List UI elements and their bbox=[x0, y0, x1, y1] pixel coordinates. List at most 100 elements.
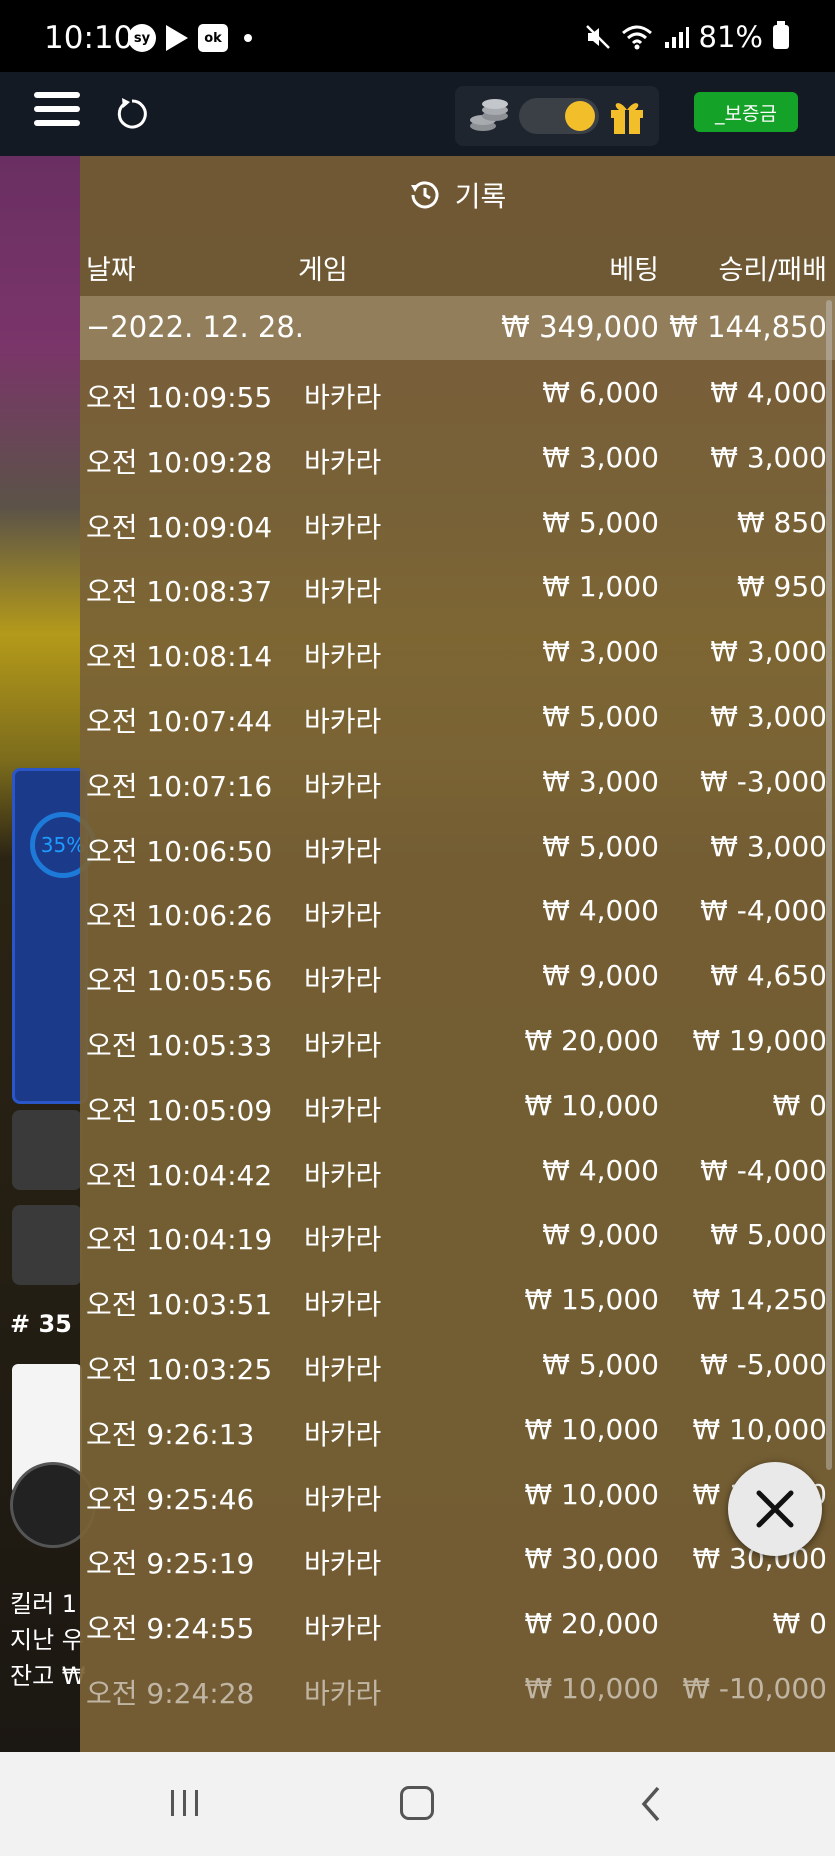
row-time: 오전 10:04:19 bbox=[86, 1223, 273, 1257]
bet-area-button-2[interactable] bbox=[12, 1205, 82, 1285]
row-game: 바카라 bbox=[304, 1547, 382, 1581]
toolbar-group bbox=[455, 86, 659, 146]
column-win-loss: 승리/패배 bbox=[718, 255, 827, 286]
mode-toggle[interactable] bbox=[519, 98, 599, 134]
row-win-loss: ₩ -5,000 bbox=[700, 1347, 827, 1381]
row-bet: ₩ 20,000 bbox=[524, 1023, 659, 1057]
status-bar: 10:10 sy ok 81% bbox=[0, 0, 835, 72]
notification-icons: sy ok bbox=[128, 24, 252, 52]
date-summary-row[interactable]: −2022. 12. 28. ₩ 349,000 ₩ 144,850 bbox=[80, 296, 835, 360]
battery-percent: 81% bbox=[698, 20, 763, 54]
row-bet: ₩ 5,000 bbox=[542, 829, 659, 863]
row-win-loss: ₩ -3,000 bbox=[700, 764, 827, 798]
refresh-icon[interactable] bbox=[112, 94, 152, 134]
row-time: 오전 10:03:51 bbox=[86, 1288, 273, 1322]
column-game: 게임 bbox=[298, 255, 348, 286]
history-row: 오전 10:03:51 바카라 ₩ 15,000 ₩ 14,250 bbox=[80, 1267, 835, 1332]
row-bet: ₩ 9,000 bbox=[542, 959, 659, 993]
history-panel: 기록 날짜 게임 베팅 승리/패배 −2022. 12. 28. ₩ 349,0… bbox=[80, 156, 835, 1752]
history-row: 오전 10:05:33 바카라 ₩ 20,000 ₩ 19,000 bbox=[80, 1008, 835, 1073]
history-row: 오전 10:05:56 바카라 ₩ 9,000 ₩ 4,650 bbox=[80, 943, 835, 1008]
row-time: 오전 9:26:13 bbox=[86, 1417, 255, 1451]
gift-icon[interactable] bbox=[607, 96, 647, 136]
status-time: 10:10 bbox=[44, 20, 134, 56]
row-game: 바카라 bbox=[304, 445, 382, 479]
history-scrollbar[interactable] bbox=[826, 300, 832, 1470]
battery-icon bbox=[773, 21, 789, 49]
row-bet: ₩ 5,000 bbox=[542, 505, 659, 539]
history-row: 오전 10:08:37 바카라 ₩ 1,000 ₩ 950 bbox=[80, 554, 835, 619]
history-title: 기록 bbox=[454, 180, 507, 213]
history-row: 오전 10:06:26 바카라 ₩ 4,000 ₩ -4,000 bbox=[80, 878, 835, 943]
row-win-loss: ₩ -10,000 bbox=[682, 1671, 827, 1705]
row-win-loss: ₩ 3,000 bbox=[710, 440, 827, 474]
row-bet: ₩ 9,000 bbox=[542, 1218, 659, 1252]
history-row: 오전 10:09:55 바카라 ₩ 6,000 ₩ 4,000 bbox=[80, 360, 835, 425]
history-row: 오전 10:04:19 바카라 ₩ 9,000 ₩ 5,000 bbox=[80, 1202, 835, 1267]
history-row: 오전 10:09:04 바카라 ₩ 5,000 ₩ 850 bbox=[80, 490, 835, 555]
back-icon[interactable] bbox=[636, 1784, 666, 1824]
row-game: 바카라 bbox=[304, 640, 382, 674]
hamburger-menu-icon[interactable] bbox=[34, 92, 80, 132]
row-win-loss: ₩ -4,000 bbox=[700, 1153, 827, 1187]
recents-icon[interactable] bbox=[168, 1788, 202, 1818]
history-column-header: 날짜 게임 베팅 승리/패배 bbox=[80, 234, 835, 296]
history-row: 오전 9:25:46바카라₩ 10,000₩ 10,000 bbox=[80, 1462, 835, 1527]
summary-win-loss: ₩ 144,850 bbox=[669, 310, 827, 344]
history-row: 오전 9:25:19 바카라 ₩ 30,000 ₩ 30,000 bbox=[80, 1526, 835, 1591]
row-bet: ₩ 15,000 bbox=[524, 1283, 659, 1317]
dot-icon bbox=[244, 34, 252, 42]
row-game: 바카라 bbox=[304, 769, 382, 803]
bet-area-button[interactable] bbox=[12, 1110, 82, 1190]
row-time: 오전 10:09:28 bbox=[86, 445, 273, 479]
row-game: 바카라 bbox=[304, 1482, 382, 1516]
ok-icon: ok bbox=[198, 24, 228, 52]
row-time: 오전 10:06:26 bbox=[86, 899, 273, 933]
history-row: 오전 10:08:14 바카라 ₩ 3,000 ₩ 3,000 bbox=[80, 619, 835, 684]
history-row: 오전 9:26:13 바카라 ₩ 10,000 ₩ 10,000 bbox=[80, 1397, 835, 1462]
deposit-button[interactable]: _보증금 bbox=[694, 92, 798, 132]
signal-icon bbox=[664, 27, 689, 48]
history-row: 오전 10:07:44 바카라 ₩ 5,000 ₩ 3,000 bbox=[80, 684, 835, 749]
play-store-icon bbox=[166, 25, 188, 51]
home-icon[interactable] bbox=[400, 1786, 434, 1820]
row-bet: ₩ 10,000 bbox=[524, 1088, 659, 1122]
row-win-loss: ₩ 19,000 bbox=[692, 1023, 827, 1057]
system-nav-bar bbox=[0, 1752, 835, 1856]
bg-text-1: 킬러 1 bbox=[10, 1590, 78, 1618]
row-time: 오전 10:09:04 bbox=[86, 510, 273, 544]
row-game: 바카라 bbox=[304, 704, 382, 738]
row-bet: ₩ 20,000 bbox=[524, 1607, 659, 1641]
row-bet: ₩ 5,000 bbox=[542, 1347, 659, 1381]
row-game: 바카라 bbox=[304, 1158, 382, 1192]
row-win-loss: ₩ 0 bbox=[772, 1607, 827, 1641]
row-time: 오전 10:07:16 bbox=[86, 769, 273, 803]
mute-icon bbox=[585, 25, 610, 49]
row-win-loss: ₩ 4,000 bbox=[710, 376, 827, 409]
row-bet: ₩ 30,000 bbox=[524, 1542, 659, 1576]
row-game: 바카라 bbox=[304, 510, 382, 544]
row-time: 오전 10:03:25 bbox=[86, 1352, 273, 1386]
row-win-loss: ₩ 4,650 bbox=[710, 959, 827, 993]
coins-icon[interactable] bbox=[467, 96, 511, 136]
row-time: 오전 9:24:28 bbox=[86, 1676, 255, 1710]
row-win-loss: ₩ -4,000 bbox=[700, 894, 827, 928]
row-game: 바카라 bbox=[304, 1676, 382, 1710]
app-header: _보증금 bbox=[0, 72, 835, 156]
history-row: 오전 10:03:25 바카라 ₩ 5,000 ₩ -5,000 bbox=[80, 1332, 835, 1397]
row-game: 바카라 bbox=[304, 834, 382, 868]
summary-date: −2022. 12. 28. bbox=[86, 310, 304, 344]
row-win-loss: ₩ 850 bbox=[736, 505, 827, 539]
history-row: 오전 9:24:55 바카라 ₩ 20,000 ₩ 0 bbox=[80, 1591, 835, 1656]
row-time: 오전 10:05:33 bbox=[86, 1028, 273, 1062]
system-icons: 81% bbox=[585, 20, 789, 54]
close-button[interactable] bbox=[728, 1462, 822, 1556]
row-win-loss: ₩ 3,000 bbox=[710, 699, 827, 733]
row-bet: ₩ 1,000 bbox=[542, 570, 659, 604]
row-game: 바카라 bbox=[304, 1612, 382, 1646]
row-win-loss: ₩ 14,250 bbox=[692, 1283, 827, 1317]
close-icon bbox=[756, 1490, 794, 1528]
row-win-loss: ₩ 10,000 bbox=[692, 1412, 827, 1446]
row-time: 오전 10:05:56 bbox=[86, 964, 273, 998]
row-time: 오전 10:08:37 bbox=[86, 575, 273, 609]
